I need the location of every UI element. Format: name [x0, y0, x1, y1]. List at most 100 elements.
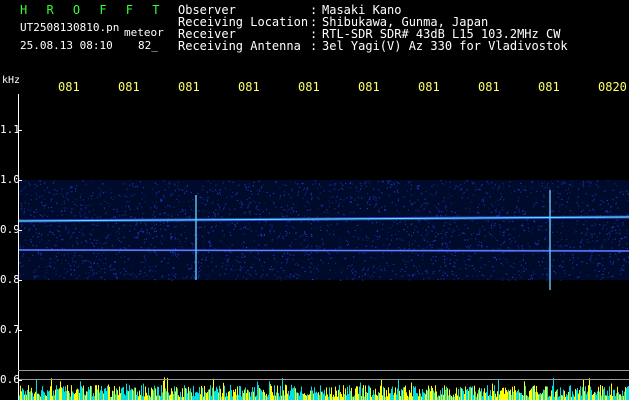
noise-bar	[241, 396, 242, 400]
noise-speck	[422, 248, 424, 250]
noise-speck	[412, 275, 414, 277]
noise-speck	[179, 240, 181, 242]
noise-speck	[406, 190, 408, 192]
noise-speck	[184, 213, 186, 215]
noise-speck	[493, 257, 495, 259]
noise-bar	[224, 385, 225, 400]
noise-bar	[253, 391, 254, 400]
noise-speck	[544, 187, 546, 189]
noise-speck	[240, 227, 242, 229]
noise-speck	[22, 246, 25, 248]
noise-bar	[351, 387, 352, 400]
noise-speck	[163, 180, 165, 182]
noise-bar	[81, 386, 82, 400]
noise-speck	[41, 257, 43, 259]
noise-speck	[291, 242, 293, 244]
noise-bar	[560, 387, 561, 400]
noise-speck	[497, 248, 499, 250]
noise-bar	[431, 385, 432, 400]
noise-bar	[263, 389, 264, 400]
noise-bar	[413, 386, 414, 400]
noise-speck	[576, 202, 578, 204]
noise-bar	[464, 393, 465, 400]
noise-speck	[97, 247, 99, 249]
noise-speck	[55, 262, 57, 264]
noise-speck	[259, 213, 261, 215]
noise-speck	[215, 189, 217, 191]
noise-speck	[305, 233, 307, 235]
noise-speck	[437, 232, 439, 235]
noise-speck	[165, 206, 167, 208]
noise-speck	[82, 260, 84, 262]
noise-speck	[192, 199, 194, 201]
noise-speck	[241, 202, 243, 204]
noise-speck	[265, 221, 267, 223]
noise-speck	[209, 243, 211, 245]
noise-speck	[574, 231, 576, 234]
noise-speck	[370, 256, 372, 258]
noise-speck	[59, 234, 61, 236]
noise-speck	[449, 241, 451, 243]
noise-speck	[314, 226, 317, 229]
noise-bar	[135, 387, 136, 400]
noise-speck	[448, 247, 450, 250]
noise-speck	[156, 254, 158, 256]
noise-speck	[579, 241, 581, 244]
noise-bar	[166, 391, 167, 400]
noise-bar	[96, 385, 97, 400]
noise-speck	[174, 254, 176, 256]
noise-speck	[443, 183, 445, 186]
noise-speck	[191, 267, 193, 269]
noise-speck	[409, 181, 411, 183]
noise-speck	[129, 208, 131, 211]
noise-bar	[556, 390, 557, 400]
noise-speck	[479, 189, 481, 191]
noise-speck	[542, 206, 544, 208]
noise-bar	[446, 386, 447, 400]
noise-speck	[478, 188, 480, 190]
noise-speck	[128, 201, 130, 203]
noise-speck	[452, 231, 454, 233]
noise-speck	[456, 259, 458, 261]
noise-speck	[65, 259, 67, 261]
noise-speck	[371, 245, 374, 247]
noise-speck	[498, 186, 500, 188]
noise-speck	[408, 255, 410, 257]
noise-speck	[449, 252, 452, 254]
noise-bar	[76, 389, 77, 400]
noise-speck	[56, 203, 58, 205]
noise-speck	[402, 259, 404, 261]
noise-speck	[110, 197, 112, 199]
noise-speck	[188, 201, 190, 203]
noise-speck	[387, 231, 389, 233]
noise-speck	[287, 257, 289, 259]
noise-speck	[99, 216, 101, 218]
noise-speck	[82, 234, 85, 236]
noise-bar	[164, 377, 165, 400]
noise-bar	[405, 385, 406, 400]
noise-bar	[232, 396, 233, 400]
noise-speck	[603, 190, 605, 192]
noise-speck	[76, 237, 78, 239]
noise-bar	[350, 390, 351, 400]
noise-speck	[518, 270, 520, 272]
noise-speck	[141, 217, 144, 219]
noise-speck	[542, 257, 545, 259]
noise-bar	[398, 379, 399, 400]
noise-speck	[251, 193, 253, 195]
noise-bar	[358, 393, 359, 400]
noise-speck	[312, 183, 314, 185]
noise-speck	[52, 261, 54, 264]
noise-speck	[58, 275, 60, 278]
noise-speck	[73, 255, 75, 257]
noise-speck	[70, 274, 72, 276]
noise-bar	[495, 393, 496, 400]
noise-speck	[63, 202, 66, 205]
noise-speck	[422, 227, 424, 229]
noise-speck	[125, 247, 127, 249]
noise-speck	[545, 229, 547, 231]
noise-speck	[299, 236, 302, 238]
noise-speck	[219, 240, 221, 242]
noise-speck	[396, 181, 398, 183]
noise-speck	[564, 182, 566, 184]
